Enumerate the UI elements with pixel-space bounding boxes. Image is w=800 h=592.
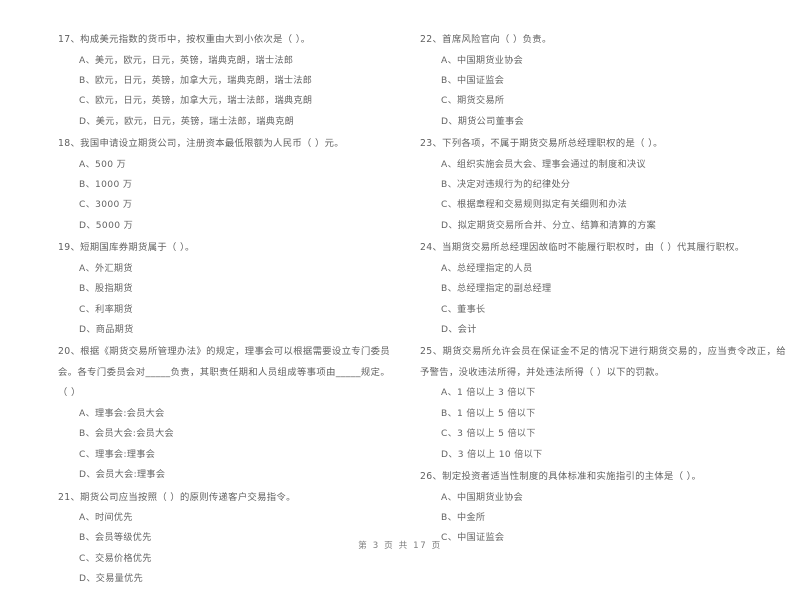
option-b[interactable]: B、会员大会:会员大会 xyxy=(58,424,390,444)
option-c[interactable]: C、董事长 xyxy=(420,300,786,320)
question-stem: 20、根据《期货交易所管理办法》的规定，理事会可以根据需要设立专门委员会。各专门… xyxy=(58,346,390,399)
left-column: 17、构成美元指数的货币中，按权重由大到小依次是（ ）。 A、美元，欧元，日元，… xyxy=(0,30,400,592)
option-d[interactable]: D、交易量优先 xyxy=(58,569,390,589)
exam-page: 17、构成美元指数的货币中，按权重由大到小依次是（ ）。 A、美元，欧元，日元，… xyxy=(0,0,800,584)
question-stem: 19、短期国库券期货属于（ ）。 xyxy=(58,242,195,254)
two-column-layout: 17、构成美元指数的货币中，按权重由大到小依次是（ ）。 A、美元，欧元，日元，… xyxy=(0,30,800,592)
option-a[interactable]: A、总经理指定的人员 xyxy=(420,259,786,279)
option-a[interactable]: A、500 万 xyxy=(58,155,390,175)
option-a[interactable]: A、时间优先 xyxy=(58,508,390,528)
option-a[interactable]: A、外汇期货 xyxy=(58,259,390,279)
option-d[interactable]: D、拟定期货交易所合并、分立、结算和清算的方案 xyxy=(420,216,786,236)
option-b[interactable]: B、欧元，日元，英镑，加拿大元，瑞典克朗，瑞士法郎 xyxy=(58,71,390,91)
option-b[interactable]: B、总经理指定的副总经理 xyxy=(420,279,786,299)
option-a[interactable]: A、组织实施会员大会、理事会通过的制度和决议 xyxy=(420,155,786,175)
option-d[interactable]: D、5000 万 xyxy=(58,216,390,236)
option-a[interactable]: A、中国期货业协会 xyxy=(420,51,786,71)
option-d[interactable]: D、3 倍以上 10 倍以下 xyxy=(420,445,786,465)
option-c[interactable]: C、欧元，日元，英镑，加拿大元，瑞士法郎，瑞典克朗 xyxy=(58,91,390,111)
option-c[interactable]: C、期货交易所 xyxy=(420,91,786,111)
right-column: 22、首席风险官向（ ）负责。 A、中国期货业协会 B、中国证监会 C、期货交易… xyxy=(400,30,800,592)
option-d[interactable]: D、商品期货 xyxy=(58,320,390,340)
question-stem: 24、当期货交易所总经理因故临时不能履行职权时，由（ ）代其履行职权。 xyxy=(420,242,745,254)
option-a[interactable]: A、1 倍以上 3 倍以下 xyxy=(420,383,786,403)
option-b[interactable]: B、1000 万 xyxy=(58,175,390,195)
option-c[interactable]: C、3 倍以上 5 倍以下 xyxy=(420,424,786,444)
option-b[interactable]: B、中国证监会 xyxy=(420,71,786,91)
question-20: 20、根据《期货交易所管理办法》的规定，理事会可以根据需要设立专门委员会。各专门… xyxy=(58,342,390,485)
question-stem: 22、首席风险官向（ ）负责。 xyxy=(420,34,552,45)
question-25: 25、期货交易所允许会员在保证金不足的情况下进行期货交易的，应当责令改正，给予警… xyxy=(420,342,786,465)
question-22: 22、首席风险官向（ ）负责。 A、中国期货业协会 B、中国证监会 C、期货交易… xyxy=(420,30,786,132)
option-c[interactable]: C、交易价格优先 xyxy=(58,549,390,569)
question-stem: 18、我国申请设立期货公司，注册资本最低限额为人民币（ ）元。 xyxy=(58,138,344,150)
option-a[interactable]: A、理事会:会员大会 xyxy=(58,404,390,424)
option-b[interactable]: B、中金所 xyxy=(420,508,786,528)
page-footer: 第 3 页 共 17 页 xyxy=(358,541,442,551)
question-26: 26、制定投资者适当性制度的具体标准和实施指引的主体是（ ）。 A、中国期货业协… xyxy=(420,467,786,549)
question-stem: 17、构成美元指数的货币中，按权重由大到小依次是（ ）。 xyxy=(58,34,311,45)
question-19: 19、短期国库券期货属于（ ）。 A、外汇期货 B、股指期货 C、利率期货 D、… xyxy=(58,238,390,340)
question-stem: 23、下列各项，不属于期货交易所总经理职权的是（ ）。 xyxy=(420,138,663,150)
option-d[interactable]: D、美元，欧元，日元，英镑，瑞士法郎，瑞典克朗 xyxy=(58,112,390,132)
option-a[interactable]: A、中国期货业协会 xyxy=(420,488,786,508)
option-b[interactable]: B、股指期货 xyxy=(58,279,390,299)
option-b[interactable]: B、决定对违规行为的纪律处分 xyxy=(420,175,786,195)
question-stem: 25、期货交易所允许会员在保证金不足的情况下进行期货交易的，应当责令改正，给予警… xyxy=(420,346,786,378)
option-d[interactable]: D、会计 xyxy=(420,320,786,340)
option-c[interactable]: C、3000 万 xyxy=(58,195,390,215)
option-c[interactable]: C、根据章程和交易规则拟定有关细则和办法 xyxy=(420,195,786,215)
question-stem: 21、期货公司应当按照（ ）的原则传递客户交易指令。 xyxy=(58,491,296,503)
question-18: 18、我国申请设立期货公司，注册资本最低限额为人民币（ ）元。 A、500 万 … xyxy=(58,134,390,236)
question-24: 24、当期货交易所总经理因故临时不能履行职权时，由（ ）代其履行职权。 A、总经… xyxy=(420,238,786,340)
option-d[interactable]: D、会员大会:理事会 xyxy=(58,465,390,485)
option-b[interactable]: B、1 倍以上 5 倍以下 xyxy=(420,404,786,424)
option-d[interactable]: D、期货公司董事会 xyxy=(420,112,786,132)
option-c[interactable]: C、利率期货 xyxy=(58,300,390,320)
question-stem: 26、制定投资者适当性制度的具体标准和实施指引的主体是（ ）。 xyxy=(420,471,702,482)
question-23: 23、下列各项，不属于期货交易所总经理职权的是（ ）。 A、组织实施会员大会、理… xyxy=(420,134,786,236)
question-17: 17、构成美元指数的货币中，按权重由大到小依次是（ ）。 A、美元，欧元，日元，… xyxy=(58,30,390,132)
option-c[interactable]: C、理事会:理事会 xyxy=(58,445,390,465)
option-a[interactable]: A、美元，欧元，日元，英镑，瑞典克朗，瑞士法郎 xyxy=(58,51,390,71)
